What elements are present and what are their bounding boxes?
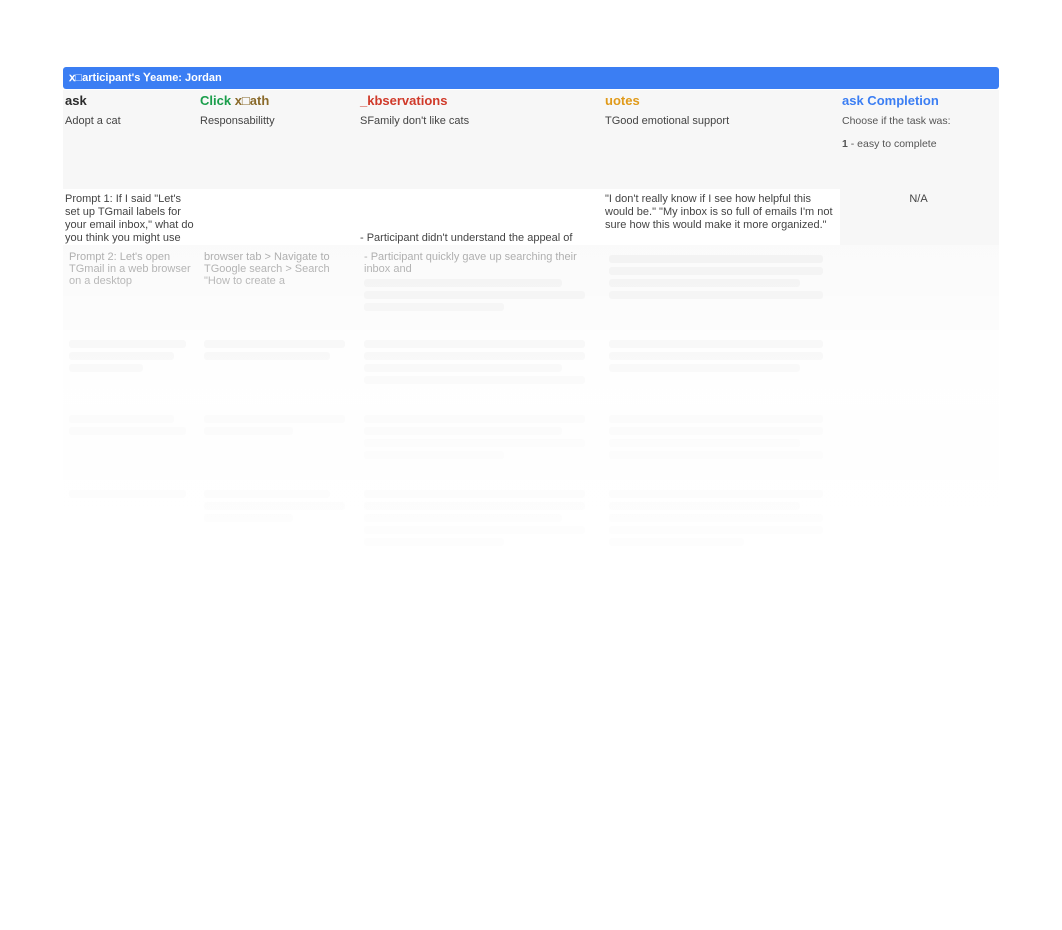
- blurred-text: [609, 279, 800, 287]
- cell-example-task: Adopt a cat: [63, 111, 198, 189]
- table-row-blurred: [63, 480, 999, 590]
- blurred-text: [364, 303, 504, 311]
- cell-example-click: Responsabilitty: [198, 111, 358, 189]
- blurred-text: [609, 291, 823, 299]
- header-task: ask: [63, 90, 198, 111]
- completion-helper-line: 1 - easy to complete: [842, 138, 995, 151]
- table-row-example: Adopt a cat Responsabilitty SFamily don'…: [63, 111, 999, 189]
- header-click-main: Click: [200, 93, 231, 108]
- header-click-sub: x□ath: [235, 93, 270, 108]
- cell-p2-click-text: browser tab > Navigate to TGoogle search…: [204, 251, 330, 287]
- table-row-prompt-2: Prompt 2: Let's open TGmail in a web bro…: [63, 245, 999, 330]
- header-observations: _kbservations: [358, 90, 603, 111]
- cell-p2-obs: - Participant quickly gave up searching …: [358, 245, 603, 330]
- header-click-path: Click x□ath: [198, 90, 358, 111]
- table-row-blurred: [63, 330, 999, 405]
- header-task-completion: ask Completion: [840, 90, 999, 111]
- cell-example-quote: TGood emotional support: [603, 111, 840, 189]
- observation-sheet: ask Click x□ath _kbservations uotes ask …: [63, 90, 999, 262]
- cell-example-obs: SFamily don't like cats: [358, 111, 603, 189]
- observation-table: ask Click x□ath _kbservations uotes ask …: [63, 90, 999, 262]
- blurred-text: [364, 291, 585, 299]
- completion-helper-intro: Choose if the task was:: [842, 115, 995, 128]
- blurred-text: [364, 279, 562, 287]
- cell-p2-completion: [840, 245, 999, 330]
- blurred-region: Prompt 2: Let's open TGmail in a web bro…: [63, 245, 999, 625]
- cell-p2-task: Prompt 2: Let's open TGmail in a web bro…: [63, 245, 198, 330]
- completion-helper-rest: - easy to complete: [848, 138, 937, 150]
- header-quotes: uotes: [603, 90, 840, 111]
- table-header-row: ask Click x□ath _kbservations uotes ask …: [63, 90, 999, 111]
- blurred-text: [609, 255, 823, 263]
- cell-example-completion-helper: Choose if the task was: 1 - easy to comp…: [840, 111, 999, 189]
- blurred-text: [609, 267, 823, 275]
- table-row-blurred: [63, 405, 999, 480]
- cell-p2-click: browser tab > Navigate to TGoogle search…: [198, 245, 358, 330]
- cell-p2-task-text: Prompt 2: Let's open TGmail in a web bro…: [69, 251, 191, 287]
- cell-p2-obs-text: - Participant quickly gave up searching …: [364, 251, 577, 275]
- cell-p2-quote: [603, 245, 840, 330]
- participant-title-bar: 𝗑□articipant's 𝖸eame: Jordan: [63, 67, 999, 89]
- blurred-rows: Prompt 2: Let's open TGmail in a web bro…: [63, 245, 999, 590]
